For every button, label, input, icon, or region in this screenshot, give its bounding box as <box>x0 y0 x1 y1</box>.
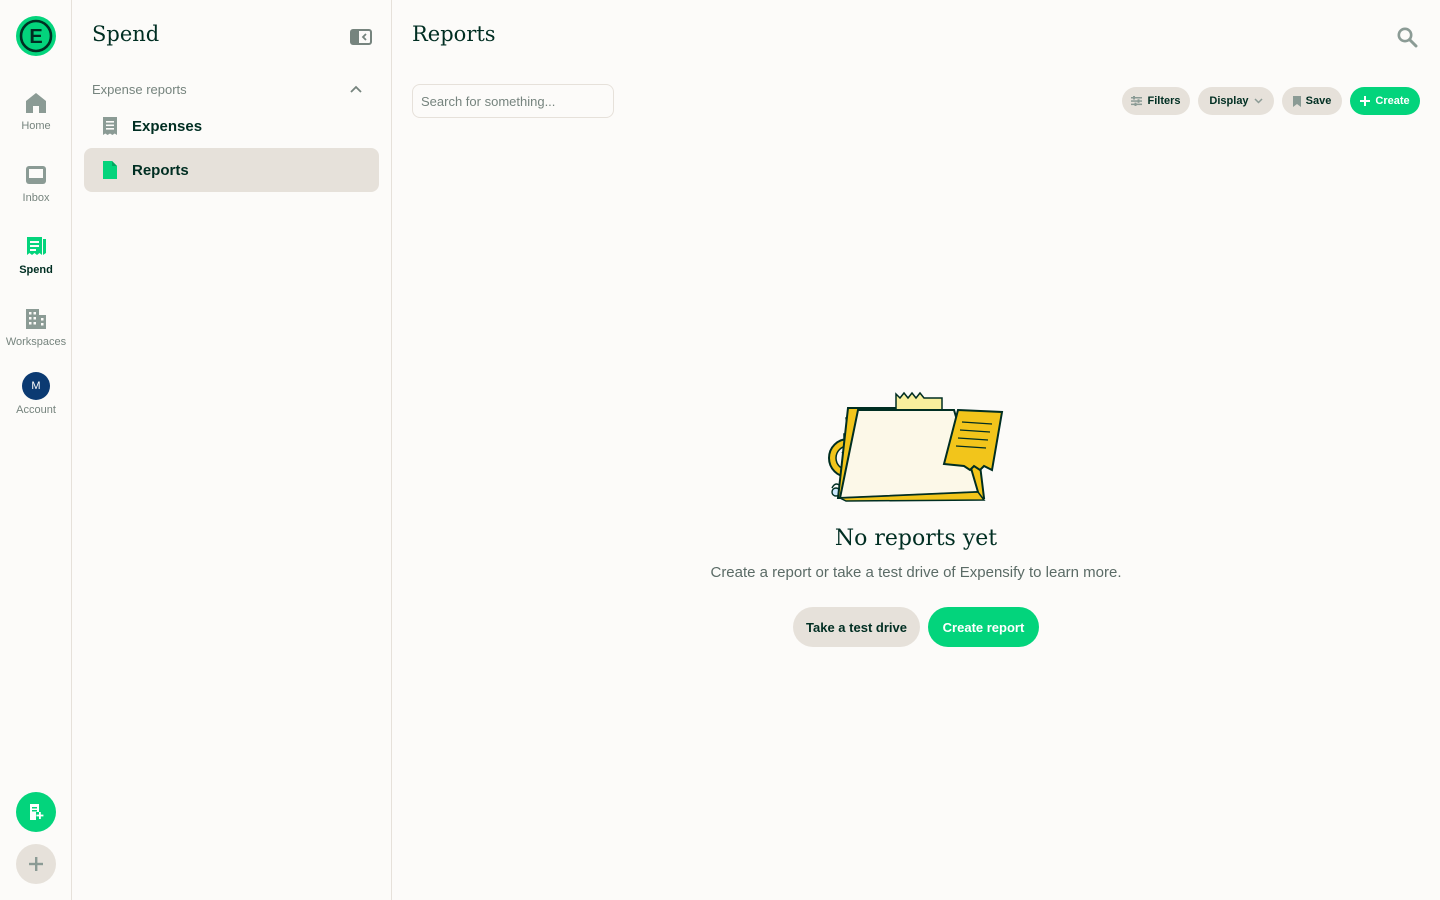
take-test-drive-button[interactable]: Take a test drive <box>793 607 920 647</box>
filters-button[interactable]: Filters <box>1122 87 1190 115</box>
expense-reports-section-toggle[interactable]: Expense reports <box>92 80 362 98</box>
plus-icon <box>1360 96 1371 106</box>
display-dropdown[interactable]: Display <box>1198 87 1274 115</box>
rail-item-account[interactable]: M Account <box>0 370 72 430</box>
home-icon <box>23 90 49 116</box>
sidebar-item-reports[interactable]: Reports <box>84 148 379 192</box>
global-search-button[interactable] <box>1396 26 1418 48</box>
save-search-button[interactable]: Save <box>1282 87 1342 115</box>
receipt-plus-icon <box>30 804 44 820</box>
new-expense-button[interactable] <box>16 792 56 832</box>
create-button[interactable]: Create <box>1350 87 1420 115</box>
global-create-button[interactable] <box>16 844 56 884</box>
expensify-logo-icon: E <box>19 19 53 53</box>
rail-label-home: Home <box>21 120 51 132</box>
empty-state-subtitle: Create a report or take a test drive of … <box>710 564 1122 581</box>
chevron-down-icon <box>1254 98 1263 104</box>
sidebar-title: Spend <box>92 22 160 46</box>
main-content: Reports Filters Display Save Create <box>392 0 1440 900</box>
rail-item-spend[interactable]: Spend <box>0 230 72 290</box>
rail-label-inbox: Inbox <box>22 192 50 204</box>
empty-reports-illustration <box>828 391 1004 502</box>
rail-item-workspaces[interactable]: Workspaces <box>0 302 72 362</box>
rail-label-spend: Spend <box>19 264 53 276</box>
building-icon <box>23 306 49 332</box>
filters-label: Filters <box>1147 95 1181 107</box>
svg-text:E: E <box>29 26 42 48</box>
collapse-sidebar-icon <box>350 29 372 45</box>
search-icon <box>1397 27 1418 48</box>
navigation-rail: E Home Inbox Spend Workspaces M Account <box>0 0 72 900</box>
document-icon <box>100 160 120 180</box>
create-label: Create <box>1375 95 1410 107</box>
chevron-up-icon <box>350 85 362 93</box>
create-report-button[interactable]: Create report <box>928 607 1039 647</box>
rail-item-home[interactable]: Home <box>0 86 72 146</box>
bookmark-icon <box>1292 95 1301 107</box>
sidebar-item-expenses[interactable]: Expenses <box>84 104 379 148</box>
collapse-sidebar-button[interactable] <box>350 28 372 46</box>
sidebar-item-label: Reports <box>132 161 189 179</box>
empty-state-title: No reports yet <box>834 526 998 551</box>
plus-icon <box>29 857 43 871</box>
section-label: Expense reports <box>92 81 187 97</box>
page-title: Reports <box>412 22 496 46</box>
receipt-icon <box>23 234 49 260</box>
expensify-logo[interactable]: E <box>16 16 56 56</box>
sidebar-item-label: Expenses <box>132 117 203 135</box>
save-label: Save <box>1305 95 1332 107</box>
rail-label-account: Account <box>16 404 56 416</box>
avatar: M <box>22 372 50 400</box>
search-input[interactable] <box>412 84 614 118</box>
receipt-list-icon <box>100 116 120 136</box>
rail-label-workspaces: Workspaces <box>5 336 67 348</box>
rail-item-inbox[interactable]: Inbox <box>0 158 72 218</box>
sidebar: Spend Expense reports Expenses Reports <box>72 0 392 900</box>
filter-icon <box>1131 96 1143 106</box>
inbox-icon <box>23 162 49 188</box>
display-label: Display <box>1209 95 1249 107</box>
